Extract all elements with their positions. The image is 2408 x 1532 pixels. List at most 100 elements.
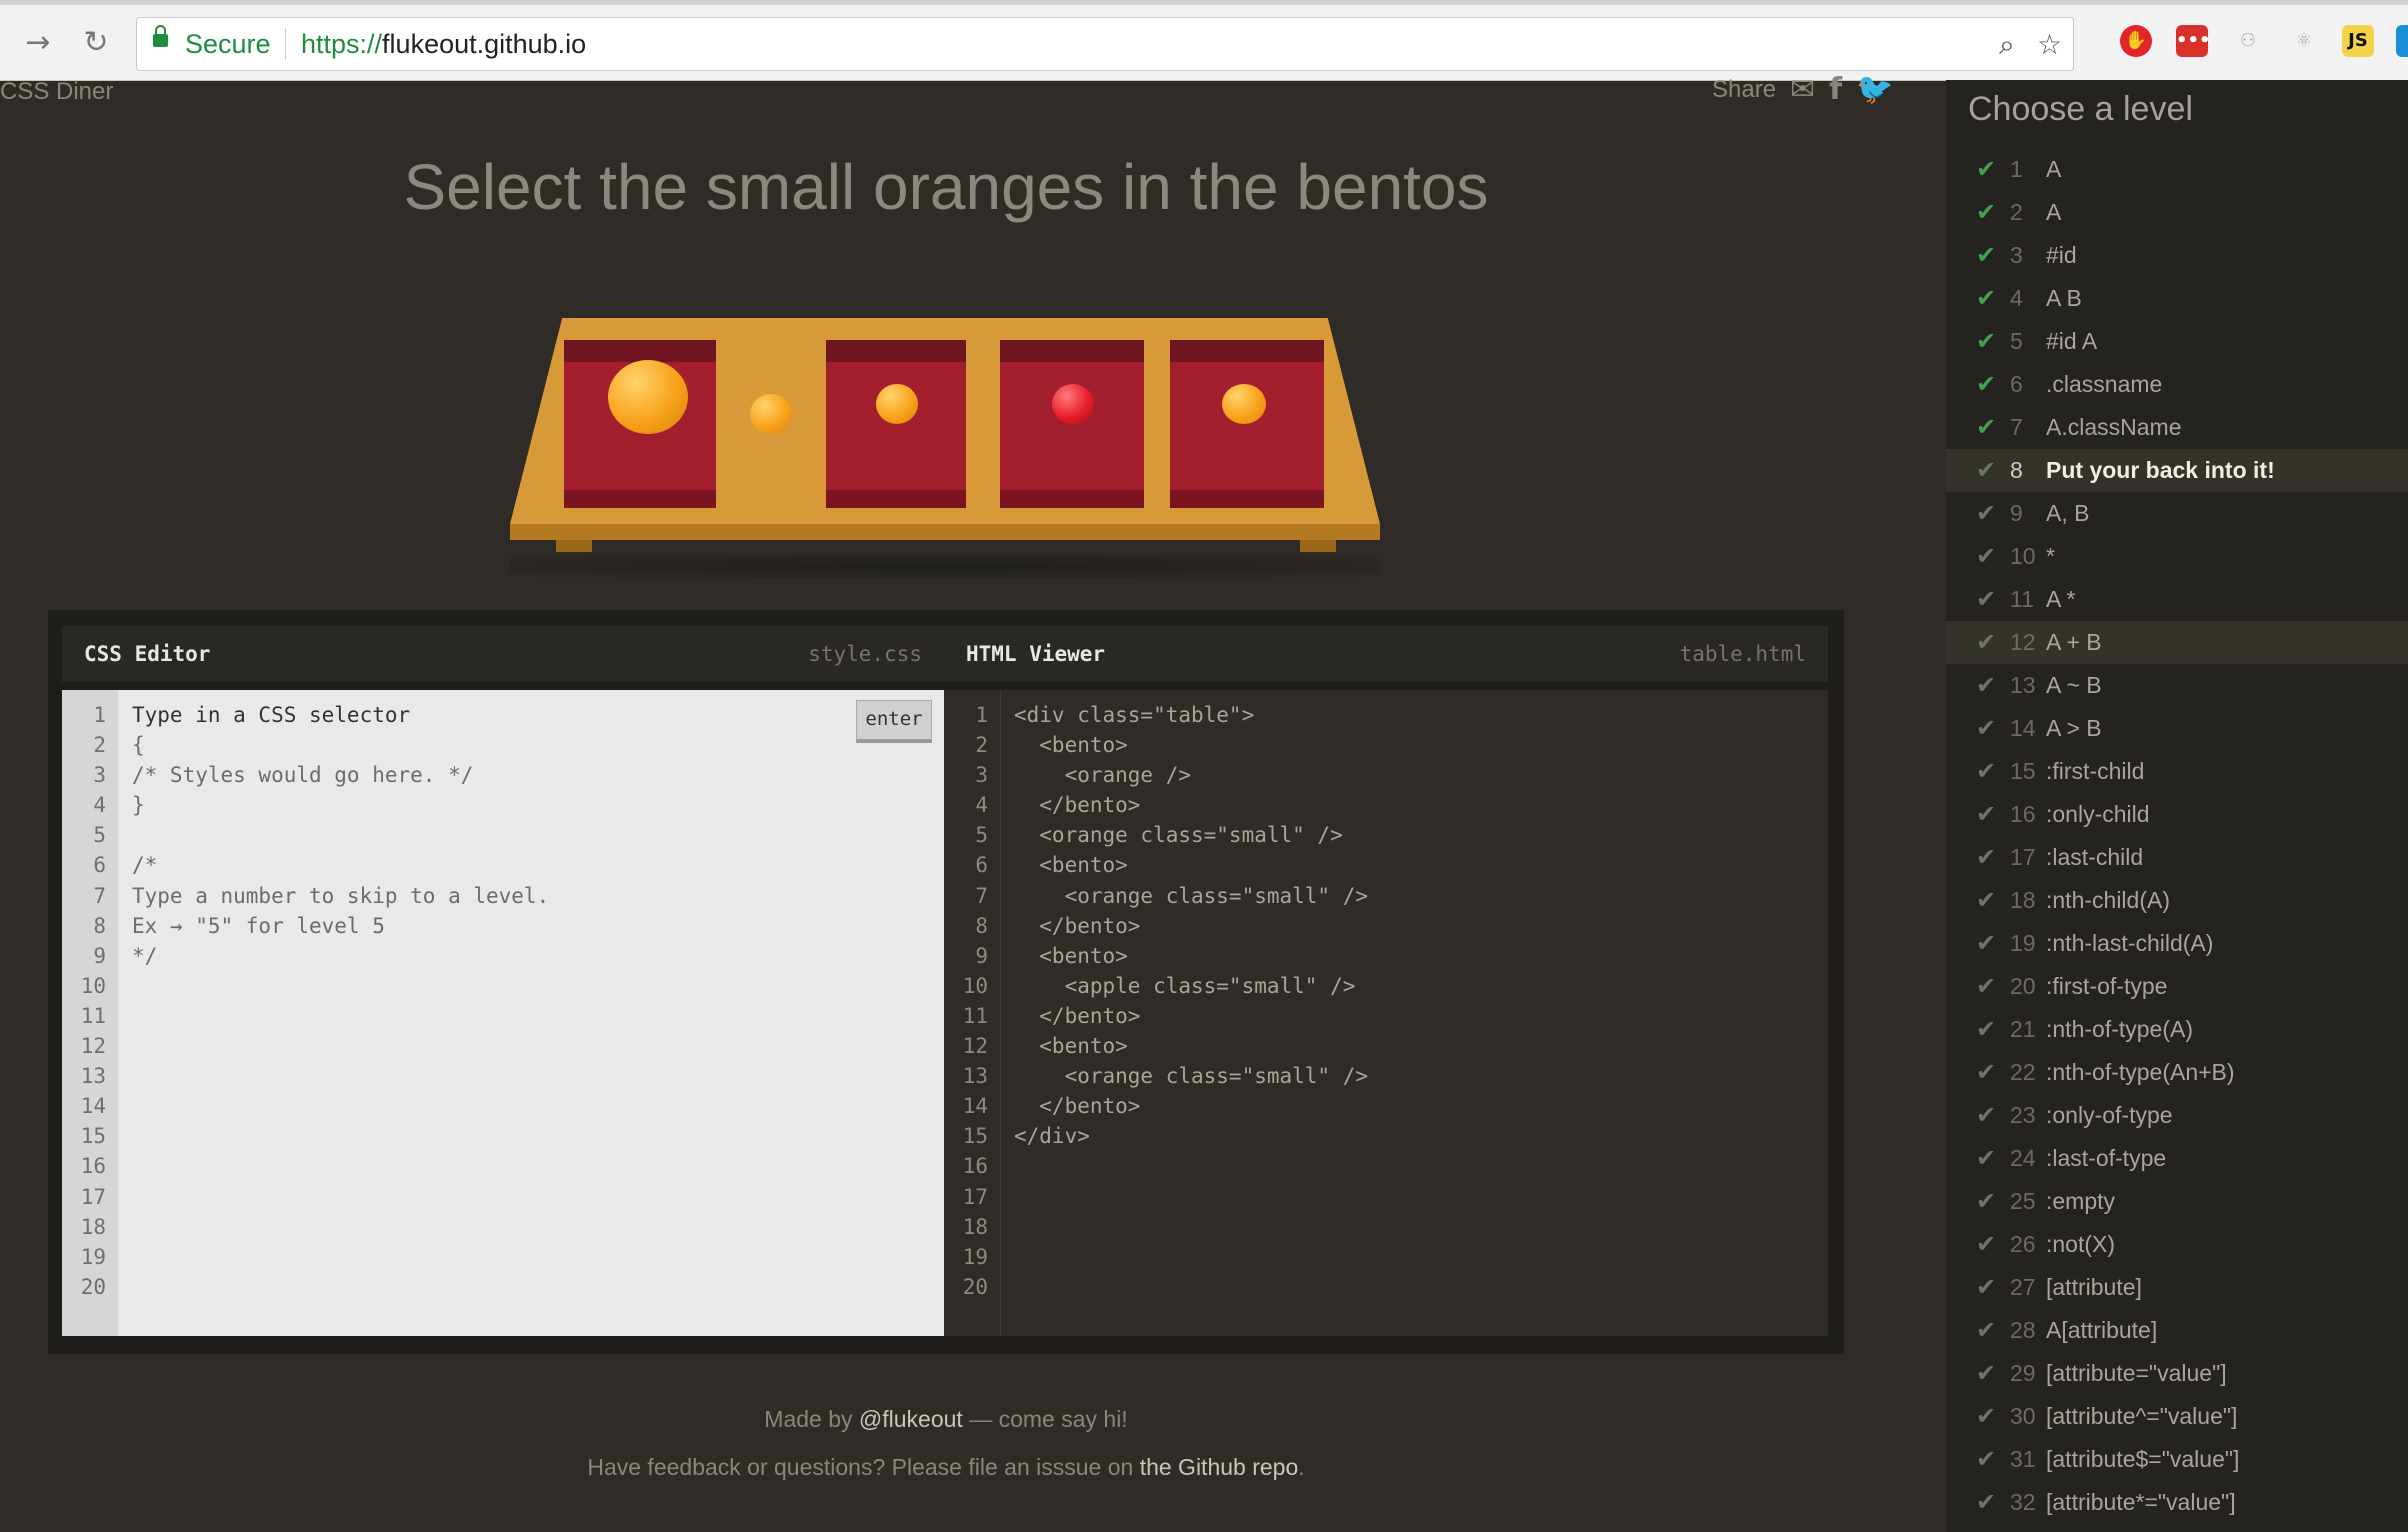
css-code[interactable]: Type in a CSS selector{/* Styles would g… xyxy=(132,700,549,971)
level-item-28[interactable]: ✔ 28 A[attribute] xyxy=(1946,1309,2408,1352)
code-line[interactable]: <bento> xyxy=(1014,941,1368,971)
level-item-11[interactable]: ✔ 11 A * xyxy=(1946,578,2408,621)
level-item-16[interactable]: ✔ 16:only-child xyxy=(1946,793,2408,836)
checkmark-icon: ✔ xyxy=(1976,1145,1997,1172)
enter-button[interactable]: enter xyxy=(856,700,932,743)
code-line[interactable]: /* Styles would go here. */ xyxy=(132,760,549,790)
level-item-9[interactable]: ✔ 9 A, B xyxy=(1946,492,2408,535)
orange-small[interactable] xyxy=(750,394,792,434)
level-item-27[interactable]: ✔ 27 [attribute] xyxy=(1946,1266,2408,1309)
lastpass-extension-icon[interactable]: ••• xyxy=(2176,25,2211,57)
code-line[interactable]: <orange class="small" /> xyxy=(1014,1061,1368,1091)
author-link[interactable]: @flukeout xyxy=(859,1406,963,1432)
css-selector-input[interactable]: 1 2 3 4 5 6 7 8 9 10 11 12 13 14 15 16 17 18 19 20 Type in … xyxy=(62,690,944,1336)
level-item-6[interactable]: ✔ 6 .classname xyxy=(1946,363,2408,406)
level-item-5[interactable]: ✔ 5 #id A xyxy=(1946,320,2408,363)
line-number: 7 xyxy=(975,883,988,908)
email-icon[interactable]: ✉ xyxy=(1790,72,1829,107)
level-item-15[interactable]: ✔ 15:first-child xyxy=(1946,750,2408,793)
code-line[interactable]: Type in a CSS selector xyxy=(132,700,549,730)
level-item-4[interactable]: ✔ 4 A B xyxy=(1946,277,2408,320)
reload-icon[interactable]: ↻ xyxy=(76,23,116,63)
line-number: 3 xyxy=(93,763,106,788)
code-line[interactable]: </bento> xyxy=(1014,911,1368,941)
checkmark-icon: ✔ xyxy=(1976,285,1997,312)
orange[interactable] xyxy=(608,360,688,434)
code-line[interactable]: /* xyxy=(132,850,549,880)
line-number: 14 xyxy=(80,1094,106,1119)
level-item-2[interactable]: ✔ 2 A xyxy=(1946,191,2408,234)
level-item-14[interactable]: ✔ 14 A > B xyxy=(1946,707,2408,750)
footer-text: . xyxy=(1298,1454,1305,1480)
level-item-8[interactable]: ✔ 8 Put your back into it! xyxy=(1946,449,2408,492)
apple-small[interactable] xyxy=(1052,384,1094,424)
level-item-20[interactable]: ✔ 20:first-of-type xyxy=(1946,965,2408,1008)
code-line[interactable]: </bento> xyxy=(1014,1001,1368,1031)
zoom-icon[interactable]: ⌕ xyxy=(1999,28,2015,62)
level-item-3[interactable]: ✔ 3 #id xyxy=(1946,234,2408,277)
level-item-29[interactable]: ✔ 29 [attribute="value"] xyxy=(1946,1352,2408,1395)
level-item-21[interactable]: ✔ 21:nth-of-type(A) xyxy=(1946,1008,2408,1051)
level-item-18[interactable]: ✔ 18:nth-child(A) xyxy=(1946,879,2408,922)
level-item-12[interactable]: ✔ 12 A + B xyxy=(1946,621,2408,664)
level-item-24[interactable]: ✔ 24:last-of-type xyxy=(1946,1137,2408,1180)
code-line[interactable]: </bento> xyxy=(1014,790,1368,820)
level-item-19[interactable]: ✔ 19:nth-last-child(A) xyxy=(1946,922,2408,965)
level-name: :first-of-type xyxy=(2046,973,2168,999)
react-extension-icon[interactable]: ⚛ xyxy=(2288,25,2320,57)
level-item-23[interactable]: ✔ 23:only-of-type xyxy=(1946,1094,2408,1137)
share-icons: ✉f🐦 xyxy=(1790,72,1908,107)
code-line[interactable]: <orange class="small" /> xyxy=(1014,881,1368,911)
level-item-22[interactable]: ✔ 22:nth-of-type(An+B) xyxy=(1946,1051,2408,1094)
bento[interactable] xyxy=(564,340,716,508)
checkmark-icon: ✔ xyxy=(1976,1231,1997,1258)
code-line[interactable]: <bento> xyxy=(1014,850,1368,880)
url-text[interactable]: https://flukeout.github.io xyxy=(301,29,586,60)
address-bar[interactable]: Secure https://flukeout.github.io ⌕ ☆ xyxy=(136,17,2074,71)
level-item-25[interactable]: ✔ 25:empty xyxy=(1946,1180,2408,1223)
twitter-icon[interactable]: 🐦 xyxy=(1856,72,1907,107)
lock-icon xyxy=(153,25,168,47)
code-line[interactable]: Type a number to skip to a level. xyxy=(132,881,549,911)
bento[interactable] xyxy=(1000,340,1144,508)
level-item-17[interactable]: ✔ 17:last-child xyxy=(1946,836,2408,879)
orange-small[interactable] xyxy=(1222,384,1266,424)
level-item-10[interactable]: ✔ 10 * xyxy=(1946,535,2408,578)
js-extension-icon[interactable]: JS xyxy=(2342,25,2374,57)
code-line[interactable]: <orange class="small" /> xyxy=(1014,820,1368,850)
bento[interactable] xyxy=(1170,340,1324,508)
checkmark-icon: ✔ xyxy=(1976,414,1997,441)
code-line[interactable]: <bento> xyxy=(1014,1031,1368,1061)
level-item-13[interactable]: ✔ 13 A ~ B xyxy=(1946,664,2408,707)
level-item-30[interactable]: ✔ 30 [attribute^="value"] xyxy=(1946,1395,2408,1438)
code-line[interactable]: Ex → "5" for level 5 xyxy=(132,911,549,941)
level-item-31[interactable]: ✔ 31 [attribute$="value"] xyxy=(1946,1438,2408,1481)
footer-text: Have feedback or questions? Please file … xyxy=(587,1454,1140,1480)
extension-icon[interactable] xyxy=(2396,25,2408,57)
bookmark-star-icon[interactable]: ☆ xyxy=(2037,28,2062,61)
code-line[interactable]: <div class="table"> xyxy=(1014,700,1368,730)
code-line[interactable]: <orange /> xyxy=(1014,760,1368,790)
code-line[interactable]: { xyxy=(132,730,549,760)
tree-extension-icon[interactable]: ⚇ xyxy=(2232,25,2264,57)
forward-arrow-icon[interactable]: → xyxy=(18,23,58,63)
bento[interactable] xyxy=(826,340,966,508)
facebook-icon[interactable]: f xyxy=(1829,72,1856,107)
level-item-26[interactable]: ✔ 26:not(X) xyxy=(1946,1223,2408,1266)
code-line[interactable]: <bento> xyxy=(1014,730,1368,760)
level-item-7[interactable]: ✔ 7 A.className xyxy=(1946,406,2408,449)
level-item-32[interactable]: ✔ 32 [attribute*="value"] xyxy=(1946,1481,2408,1524)
level-name: #id A xyxy=(2046,328,2098,354)
adblock-extension-icon[interactable]: ✋ xyxy=(2120,25,2152,57)
code-line[interactable]: */ xyxy=(132,941,549,971)
html-code[interactable]: <div class="table"> <bento> <orange /> <… xyxy=(1014,700,1368,1151)
code-line[interactable]: </div> xyxy=(1014,1121,1368,1151)
level-item-1[interactable]: ✔ 1 A xyxy=(1946,148,2408,191)
code-line[interactable]: </bento> xyxy=(1014,1091,1368,1121)
code-line[interactable]: <apple class="small" /> xyxy=(1014,971,1368,1001)
code-line[interactable]: } xyxy=(132,790,549,820)
orange-small[interactable] xyxy=(876,384,918,424)
github-repo-link[interactable]: the Github repo xyxy=(1140,1454,1299,1480)
code-line[interactable] xyxy=(132,820,549,850)
logo[interactable]: CSS Diner xyxy=(0,78,113,106)
